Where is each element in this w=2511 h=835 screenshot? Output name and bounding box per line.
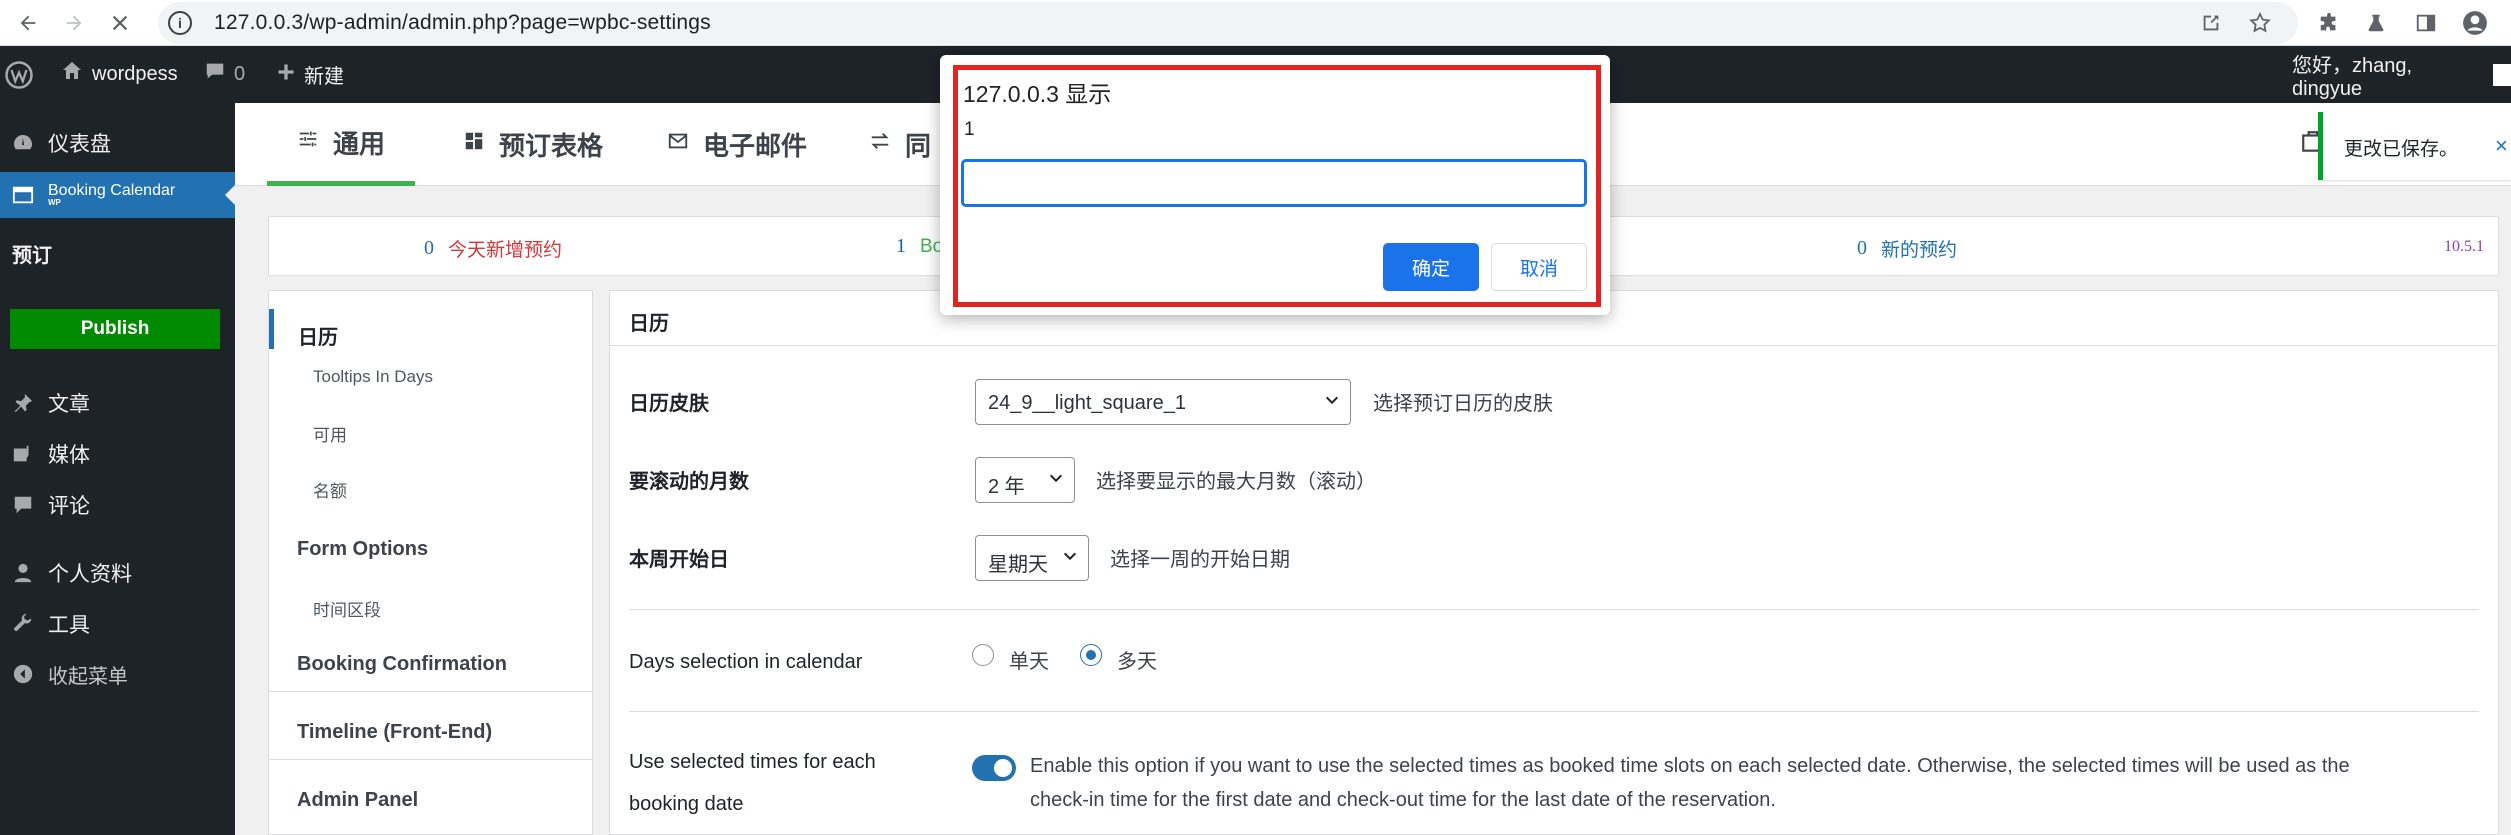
- week-start-select[interactable]: 星期天: [975, 535, 1089, 581]
- publish-button[interactable]: Publish: [10, 309, 220, 349]
- sliders-icon: [297, 128, 319, 157]
- dashboard-icon: [8, 131, 38, 155]
- stop-loading-icon[interactable]: [104, 7, 136, 39]
- months-scroll-desc: 选择要显示的最大月数（滚动）: [1096, 471, 1376, 493]
- comments-link[interactable]: 0: [204, 46, 245, 103]
- booking-calendar-icon: [8, 184, 38, 206]
- nav-calendar[interactable]: 日历: [269, 309, 592, 349]
- url-text: 127.0.0.3/wp-admin/admin.php?page=wpbc-s…: [214, 11, 711, 34]
- week-start-label: 本周开始日: [629, 549, 729, 571]
- nav-divider: [269, 691, 592, 692]
- sidebar-collapse-menu[interactable]: 收起菜单: [0, 654, 235, 694]
- back-arrow-icon[interactable]: [12, 7, 44, 39]
- grid-icon: [463, 130, 485, 159]
- nav-admin-panel[interactable]: Admin Panel: [269, 789, 592, 819]
- sidebar-item-comments[interactable]: 评论: [0, 485, 235, 525]
- week-start-desc: 选择一周的开始日期: [1110, 549, 1290, 571]
- sidebar-item-media[interactable]: 媒体: [0, 434, 235, 474]
- bookmark-star-icon[interactable]: [2246, 9, 2274, 37]
- radio-multiple-days-label: 多天: [1117, 651, 1157, 673]
- extensions-icon[interactable]: [2315, 9, 2343, 37]
- wordpress-logo-icon[interactable]: [4, 46, 34, 103]
- calendar-skin-desc: 选择预订日历的皮肤: [1373, 393, 1553, 415]
- nav-form-options[interactable]: Form Options: [269, 538, 592, 568]
- nav-timeline-front-end[interactable]: Timeline (Front-End): [269, 721, 592, 751]
- tab-emails[interactable]: 电子邮件: [667, 103, 807, 186]
- home-icon: [60, 59, 84, 90]
- sidebar-item-posts[interactable]: 文章: [0, 383, 235, 423]
- calendar-settings-panel: 日历 日历皮肤 24_9__light_square_1 选择预订日历的皮肤 要…: [609, 290, 2499, 835]
- close-notice-icon[interactable]: ×: [2495, 133, 2508, 159]
- forward-arrow-icon[interactable]: [58, 7, 90, 39]
- plus-icon: [276, 61, 296, 89]
- comment-bubble-icon: [204, 60, 226, 89]
- sync-icon: [869, 130, 891, 159]
- stat-today-new[interactable]: 0 今天新增预约: [424, 235, 562, 262]
- saved-notice: 更改已保存。 ×: [2318, 112, 2511, 180]
- selected-times-label-line2: booking date: [629, 793, 744, 815]
- nav-tooltips-in-days[interactable]: Tooltips In Days: [269, 367, 592, 397]
- dialog-cancel-button[interactable]: 取消: [1491, 243, 1587, 291]
- selected-times-label-line1: Use selected times for each: [629, 751, 876, 773]
- dialog-input[interactable]: [961, 159, 1587, 207]
- days-selection-label: Days selection in calendar: [629, 651, 863, 673]
- nav-divider: [269, 759, 592, 760]
- stat-new-bookings[interactable]: 0 新的预约: [1857, 235, 1957, 262]
- months-scroll-select[interactable]: 2 年: [975, 457, 1075, 503]
- nav-availability[interactable]: 可用: [269, 421, 592, 451]
- side-panel-icon[interactable]: [2412, 9, 2440, 37]
- selected-times-toggle[interactable]: [972, 755, 1016, 781]
- selected-times-desc-line1: Enable this option if you want to use th…: [1030, 755, 2350, 777]
- radio-single-day-label: 单天: [1009, 651, 1049, 673]
- sidebar-item-profile[interactable]: 个人资料: [0, 553, 235, 593]
- stat-bookings[interactable]: 1 Bo: [896, 235, 943, 258]
- wrench-icon: [8, 613, 38, 635]
- admin-sidebar: 仪表盘 Booking Calendar WP 预订 Publish 文章 媒体…: [0, 103, 235, 835]
- section-divider: [629, 609, 2479, 610]
- radio-multiple-days[interactable]: [1080, 644, 1102, 666]
- nav-time-slots[interactable]: 时间区段: [269, 596, 592, 626]
- collapse-icon: [8, 663, 38, 685]
- media-icon: [8, 443, 38, 465]
- site-name-link[interactable]: wordpess: [60, 46, 178, 103]
- tab-sync[interactable]: 同: [869, 103, 931, 186]
- site-info-icon[interactable]: i: [168, 11, 192, 35]
- months-scroll-label: 要滚动的月数: [629, 471, 749, 493]
- calendar-skin-select[interactable]: 24_9__light_square_1: [975, 379, 1351, 425]
- user-avatar: [2493, 63, 2511, 86]
- nav-capacity[interactable]: 名额: [269, 477, 592, 507]
- sidebar-item-dashboard[interactable]: 仪表盘: [0, 123, 235, 163]
- chevron-down-icon: [1048, 470, 1064, 491]
- sidebar-item-tools[interactable]: 工具: [0, 604, 235, 644]
- calendar-skin-label: 日历皮肤: [629, 393, 709, 415]
- sidebar-item-booking-calendar[interactable]: Booking Calendar WP: [0, 172, 235, 218]
- envelope-icon: [667, 130, 689, 159]
- browser-toolbar: i 127.0.0.3/wp-admin/admin.php?page=wpbc…: [0, 0, 2511, 46]
- radio-single-day[interactable]: [972, 644, 994, 666]
- user-greeting[interactable]: 您好，zhang, dingyue: [2292, 46, 2511, 103]
- dialog-message: 1: [964, 119, 975, 140]
- chevron-down-icon: [1324, 392, 1340, 413]
- sidebar-submenu-bookings[interactable]: 预订: [0, 233, 235, 273]
- dialog-title: 127.0.0.3 显示: [963, 81, 1112, 107]
- version-label: 10.5.1: [2444, 238, 2484, 255]
- user-icon: [8, 562, 38, 584]
- tab-booking-form[interactable]: 预订表格: [463, 103, 603, 186]
- new-content-link[interactable]: 新建: [276, 46, 344, 103]
- comment-icon: [8, 494, 38, 516]
- nav-booking-confirmation[interactable]: Booking Confirmation: [269, 653, 592, 683]
- address-bar[interactable]: i 127.0.0.3/wp-admin/admin.php?page=wpbc…: [158, 2, 2298, 44]
- lab-flask-icon[interactable]: [2362, 9, 2390, 37]
- dialog-ok-button[interactable]: 确定: [1383, 243, 1479, 291]
- share-icon[interactable]: [2197, 9, 2225, 37]
- section-divider: [629, 711, 2479, 712]
- chevron-down-icon: [1062, 548, 1078, 569]
- settings-left-nav: 日历 Tooltips In Days 可用 名额 Form Options 时…: [268, 290, 593, 835]
- selected-times-desc-line2: check-in time for the first date and che…: [1030, 789, 1776, 811]
- pin-icon: [8, 392, 38, 414]
- tab-general[interactable]: 通用: [267, 103, 416, 186]
- profile-avatar-icon[interactable]: [2461, 9, 2489, 37]
